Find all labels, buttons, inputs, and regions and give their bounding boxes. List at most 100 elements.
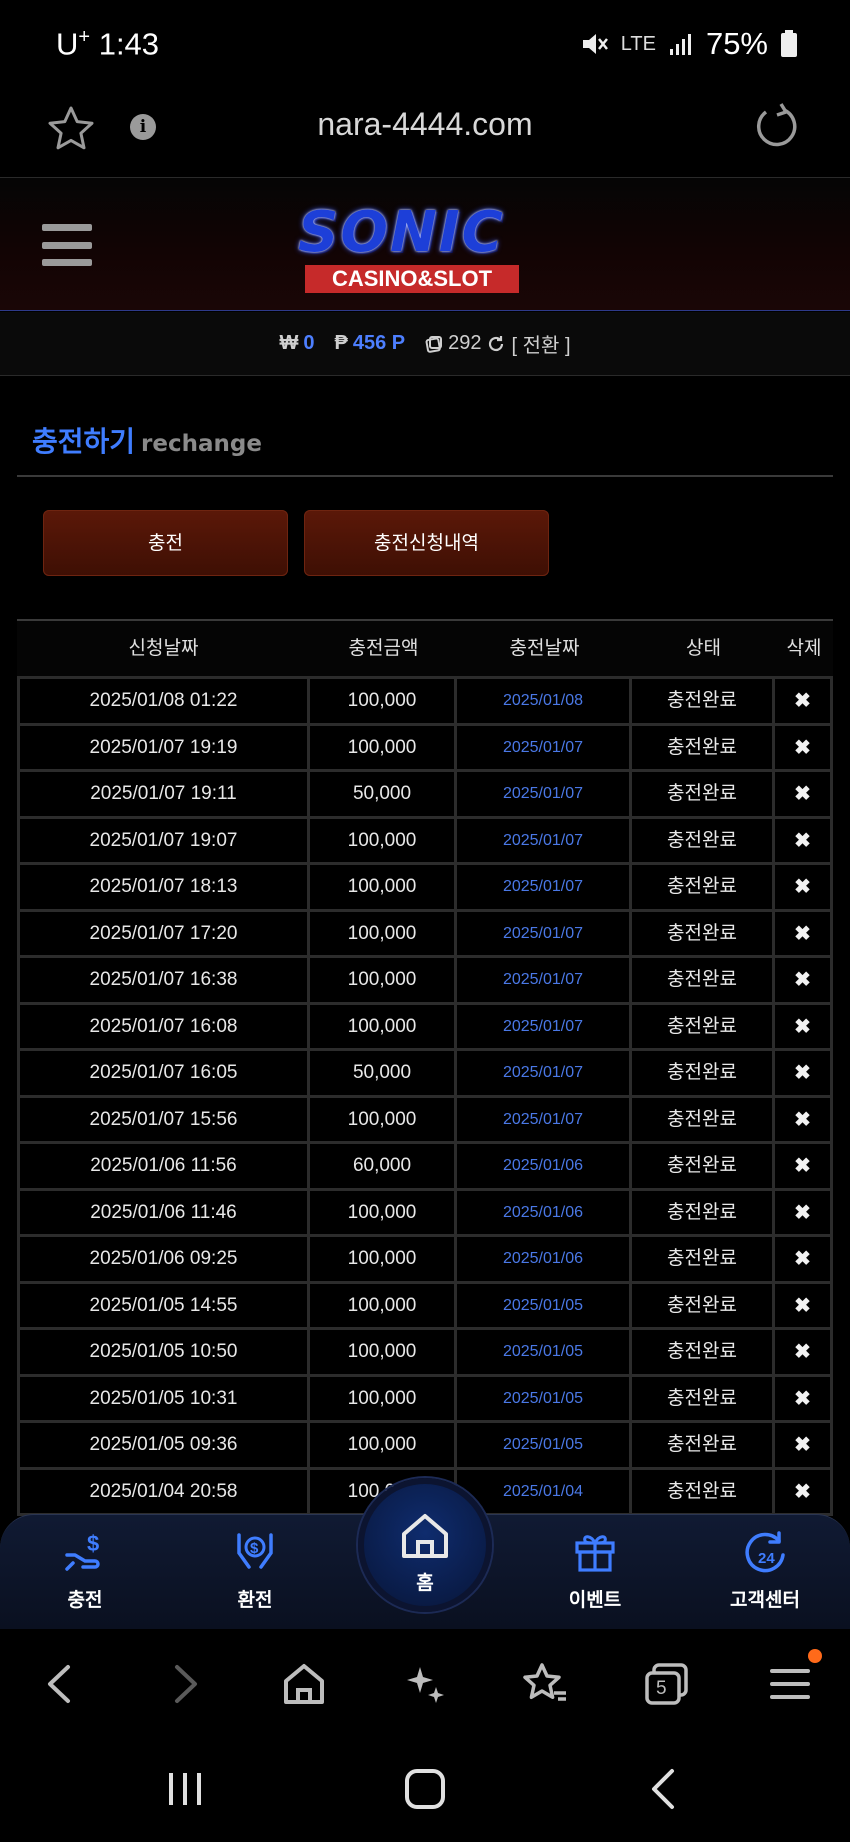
cell-amount: 100,000 (310, 1330, 457, 1374)
chip-value: 292 (448, 332, 482, 354)
cell-request-date: 2025/01/07 17:20 (17, 911, 310, 955)
cell-charge-date: 2025/01/07 (457, 725, 632, 769)
chip-balance: 292 [ 전환 ] (425, 329, 571, 358)
cell-status: 충전완료 (632, 1423, 775, 1467)
gift-icon (575, 1535, 615, 1572)
forward-arrow-icon[interactable] (165, 1659, 205, 1709)
cell-status: 충전완료 (632, 1190, 775, 1234)
delete-icon[interactable]: ✖ (775, 1237, 833, 1281)
delete-icon[interactable]: ✖ (775, 772, 833, 816)
table-row: 2025/01/07 16:38 100,000 2025/01/07 충전완료 ✖ (17, 958, 833, 1005)
tab-charge[interactable]: 충전 (43, 510, 288, 576)
cell-amount: 100,000 (310, 725, 457, 769)
tabs-button[interactable]: 5 (642, 1659, 692, 1709)
menu-hamburger-icon[interactable] (42, 224, 92, 266)
svg-text:$: $ (250, 1540, 259, 1557)
browser-toolbar: 5 (0, 1629, 850, 1737)
tab-charge-history[interactable]: 충전신청내역 (304, 510, 549, 576)
convert-button[interactable]: [ 전환 ] (511, 329, 570, 358)
nav-home-button[interactable]: 홈 (358, 1478, 492, 1612)
delete-icon[interactable]: ✖ (775, 818, 833, 862)
exchange-hands-icon: $ (237, 1533, 273, 1569)
cell-request-date: 2025/01/04 20:58 (17, 1469, 310, 1513)
tabs-icon (645, 1663, 688, 1705)
cell-amount: 100,000 (310, 1004, 457, 1048)
cell-request-date: 2025/01/05 09:36 (17, 1423, 310, 1467)
recent-apps-icon[interactable] (165, 1769, 205, 1809)
cell-status: 충전완료 (632, 725, 775, 769)
site-logo[interactable]: SONIC CASINO&SLOT (288, 200, 548, 298)
delete-icon[interactable]: ✖ (775, 1469, 833, 1513)
delete-icon[interactable]: ✖ (775, 679, 833, 723)
cell-request-date: 2025/01/07 16:38 (17, 958, 310, 1002)
cell-status: 충전완료 (632, 1144, 775, 1188)
table-row: 2025/01/05 14:55 100,000 2025/01/05 충전완료 ✖ (17, 1283, 833, 1330)
won-symbol: ₩ (279, 332, 299, 354)
delete-icon[interactable]: ✖ (775, 1097, 833, 1141)
table-row: 2025/01/05 10:31 100,000 2025/01/05 충전완료 ✖ (17, 1376, 833, 1423)
bookmarks-star-icon[interactable] (520, 1659, 570, 1709)
delete-icon[interactable]: ✖ (775, 865, 833, 909)
nav-exchange[interactable]: $ 환전 (195, 1529, 315, 1612)
chip-icon (425, 335, 443, 353)
cell-status: 충전완료 (632, 1004, 775, 1048)
cell-request-date: 2025/01/05 10:50 (17, 1330, 310, 1374)
cell-charge-date: 2025/01/07 (457, 1004, 632, 1048)
table-row: 2025/01/07 19:19 100,000 2025/01/07 충전완료 ✖ (17, 725, 833, 772)
table-row: 2025/01/07 17:20 100,000 2025/01/07 충전완료 ✖ (17, 911, 833, 958)
nav-charge[interactable]: $ 충전 (25, 1529, 145, 1612)
battery-percent: 75% (705, 26, 768, 61)
nav-event[interactable]: 이벤트 (535, 1529, 655, 1612)
delete-icon[interactable]: ✖ (775, 1423, 833, 1467)
delete-icon[interactable]: ✖ (775, 1144, 833, 1188)
table-row: 2025/01/07 19:11 50,000 2025/01/07 충전완료 ✖ (17, 772, 833, 819)
cell-charge-date: 2025/01/05 (457, 1423, 632, 1467)
delete-icon[interactable]: ✖ (775, 1376, 833, 1420)
refresh-icon[interactable] (486, 334, 506, 354)
signal-icon (669, 34, 691, 55)
cell-request-date: 2025/01/07 19:07 (17, 818, 310, 862)
cell-charge-date: 2025/01/06 (457, 1237, 632, 1281)
sparkle-ai-icon[interactable] (400, 1659, 448, 1709)
logo-main-text: SONIC (298, 200, 505, 265)
header-charge-date: 충전날짜 (509, 637, 580, 659)
browser-home-icon[interactable] (280, 1659, 328, 1709)
cell-amount: 100,000 (310, 1423, 457, 1467)
delete-icon[interactable]: ✖ (775, 1190, 833, 1234)
delete-icon[interactable]: ✖ (775, 725, 833, 769)
cell-charge-date: 2025/01/06 (457, 1190, 632, 1234)
cell-amount: 100,000 (310, 1190, 457, 1234)
cell-status: 충전완료 (632, 679, 775, 723)
android-back-icon[interactable] (648, 1767, 678, 1811)
delete-icon[interactable]: ✖ (775, 1051, 833, 1095)
cell-charge-date: 2025/01/07 (457, 958, 632, 1002)
reload-icon[interactable] (750, 102, 800, 152)
home-icon (402, 1514, 448, 1558)
page-subtitle: rechange (141, 431, 262, 457)
header-status: 상태 (686, 637, 721, 659)
cell-request-date: 2025/01/07 16:08 (17, 1004, 310, 1048)
cell-amount: 50,000 (310, 1051, 457, 1095)
delete-icon[interactable]: ✖ (775, 1330, 833, 1374)
nav-support[interactable]: 24 고객센터 (705, 1529, 825, 1612)
page-title: 충전하기 rechange (32, 420, 262, 460)
cell-status: 충전완료 (632, 1283, 775, 1327)
delete-icon[interactable]: ✖ (775, 911, 833, 955)
cell-charge-date: 2025/01/07 (457, 865, 632, 909)
back-arrow-icon[interactable] (40, 1659, 80, 1709)
url-text[interactable]: nara-4444.com (0, 106, 850, 143)
clock-time: 1:43 (98, 26, 160, 62)
android-home-icon[interactable] (403, 1767, 447, 1811)
delete-icon[interactable]: ✖ (775, 958, 833, 1002)
cell-charge-date: 2025/01/06 (457, 1144, 632, 1188)
table-row: 2025/01/07 19:07 100,000 2025/01/07 충전완료 ✖ (17, 818, 833, 865)
delete-icon[interactable]: ✖ (775, 1004, 833, 1048)
delete-icon[interactable]: ✖ (775, 1283, 833, 1327)
cell-request-date: 2025/01/07 16:05 (17, 1051, 310, 1095)
cell-amount: 100,000 (310, 1097, 457, 1141)
cell-amount: 100,000 (310, 865, 457, 909)
svg-text:$: $ (87, 1531, 99, 1556)
won-balance: ₩ 0 (279, 332, 314, 355)
browser-menu-icon[interactable] (768, 1659, 812, 1709)
cell-status: 충전완료 (632, 1051, 775, 1095)
